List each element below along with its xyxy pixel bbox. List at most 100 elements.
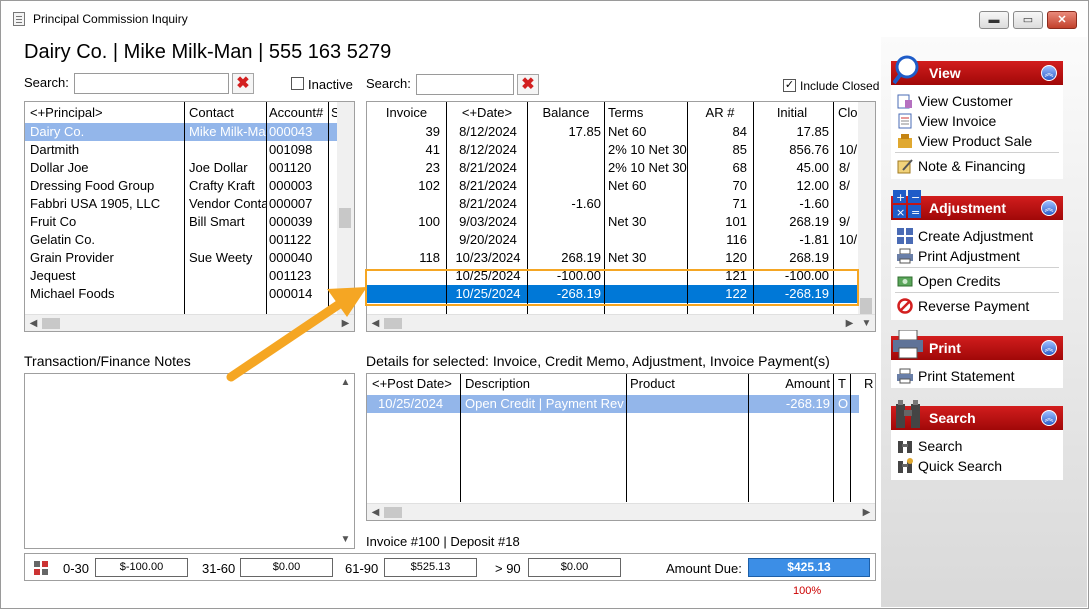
principal-row[interactable]: Gelatin Co. 001122 [25, 231, 337, 249]
col-post-date[interactable]: <+Post Date> [369, 375, 461, 393]
quick-search-item[interactable]: Quick Search [895, 456, 1002, 476]
col-amount[interactable]: Amount [749, 375, 833, 393]
clear-principal-search-icon[interactable]: ✖ [232, 73, 254, 94]
col-description[interactable]: Description [462, 375, 626, 393]
invoice-terms: Net 30 [608, 214, 647, 229]
view-panel: View ︽ View Customer View Invoice View P… [891, 55, 1063, 179]
view-product-sale-label: View Product Sale [918, 133, 1033, 149]
include-closed-checkbox[interactable]: ✓ [783, 79, 796, 92]
invoice-row[interactable]: 39 8/12/2024 17.85 Net 60 84 17.85 [367, 123, 859, 141]
invoice-search-input[interactable] [416, 74, 514, 95]
view-collapse-icon[interactable]: ︽ [1041, 65, 1057, 81]
col-terms[interactable]: Terms [605, 104, 687, 122]
invoice-terms: Net 60 [608, 178, 647, 193]
clear-invoice-search-icon[interactable]: ✖ [517, 74, 539, 95]
minimize-button[interactable]: ▬ [979, 11, 1009, 29]
detail-t: O [838, 396, 849, 411]
create-adjustment-item[interactable]: Create Adjustment [895, 226, 1033, 246]
invoice-balance: -1.60 [571, 196, 601, 211]
principal-row[interactable]: Dartmith 001098 [25, 141, 337, 159]
printer-icon [897, 368, 913, 384]
open-credits-item[interactable]: Open Credits [895, 271, 1000, 291]
principals-hscroll[interactable]: ◀ ▶ [25, 314, 354, 331]
col-account[interactable]: Account# [266, 104, 328, 122]
col-ar[interactable]: AR # [688, 104, 752, 122]
col-closed[interactable]: Clo [835, 104, 859, 122]
invoice-number: 41 [425, 142, 440, 157]
print-collapse-icon[interactable]: ︽ [1041, 340, 1057, 356]
principals-vscroll[interactable]: ▼ [337, 102, 354, 316]
col-r[interactable]: R [861, 375, 875, 393]
invoice-row[interactable]: 8/21/2024 -1.60 71 -1.60 [367, 195, 859, 213]
reverse-payment-item[interactable]: Reverse Payment [895, 296, 1029, 316]
col-principal[interactable]: <+Principal> [27, 104, 185, 122]
invoice-date: 10/23/2024 [455, 250, 521, 265]
print-statement-item[interactable]: Print Statement [895, 366, 1015, 386]
print-statement-label: Print Statement [918, 368, 1015, 384]
invoice-terms [605, 195, 687, 213]
invoice-balance [528, 159, 604, 177]
principal-row[interactable]: Dairy Co. Mike Milk-Man 000043 [25, 123, 337, 141]
invoice-icon [897, 113, 913, 129]
svg-text:×: × [896, 206, 905, 219]
invoice-row[interactable]: 41 8/12/2024 2% 10 Net 30 85 856.76 10/ [367, 141, 859, 159]
details-footer: Invoice #100 | Deposit #18 [366, 534, 520, 549]
search-label: Search [918, 438, 963, 454]
principal-row[interactable]: Jequest 001123 [25, 267, 337, 285]
aging-0-30-label: 0-30 [63, 561, 90, 576]
principal-row[interactable]: Fruit Co Bill Smart 000039 [25, 213, 337, 231]
notes-textarea[interactable]: ▲ ▼ [24, 373, 355, 549]
maximize-button[interactable]: ▭ [1013, 11, 1043, 29]
invoice-row[interactable]: 9/20/2024 116 -1.81 10/ [367, 231, 859, 249]
principal-row[interactable]: Dollar Joe Joe Dollar 001120 [25, 159, 337, 177]
col-product[interactable]: Product [627, 375, 747, 393]
view-customer-item[interactable]: View Customer [895, 91, 1013, 111]
principal-row[interactable]: Grain Provider Sue Weety 000040 [25, 249, 337, 267]
calculator-icon[interactable] [34, 561, 48, 575]
principal-name: Fabbri USA 1905, LLC [30, 196, 161, 211]
invoice-row[interactable]: 118 10/23/2024 268.19 Net 30 120 268.19 [367, 249, 859, 267]
col-t[interactable]: T [835, 375, 849, 393]
invoice-row[interactable]: 100 9/03/2024 Net 30 101 268.19 9/ [367, 213, 859, 231]
detail-product [627, 395, 747, 413]
invoice-initial: 268.19 [789, 250, 829, 265]
principal-account: 000003 [269, 178, 313, 193]
col-date[interactable]: <+Date> [447, 104, 527, 122]
principal-contact: Mike Milk-Man [189, 124, 266, 139]
close-button[interactable]: ✕ [1047, 11, 1077, 29]
principal-row[interactable]: Michael Foods 000014 [25, 285, 337, 303]
search-item[interactable]: Search [895, 436, 962, 456]
invoices-vscroll[interactable] [858, 102, 875, 316]
view-product-sale-item[interactable]: View Product Sale [895, 131, 1032, 151]
adjustment-panel: Adjustment + − × = ︽ Create Adjustment Prin… [891, 190, 1063, 320]
principal-row[interactable]: Fabbri USA 1905, LLC Vendor Contact000007 [25, 195, 337, 213]
principal-account: 001123 [269, 268, 312, 283]
invoices-hscroll[interactable]: ◀ ▶ ▼ [367, 314, 875, 331]
aging-31-60-label: 31-60 [202, 561, 236, 576]
include-closed-label: Include Closed [800, 79, 880, 93]
invoice-ar: 70 [732, 178, 747, 193]
invoice-row[interactable]: 23 8/21/2024 2% 10 Net 30 68 45.00 8/ [367, 159, 859, 177]
view-invoice-item[interactable]: View Invoice [895, 111, 996, 131]
note-financing-item[interactable]: Note & Financing [895, 156, 1025, 176]
amount-due-value: $425.13 [748, 558, 870, 577]
print-adjustment-item[interactable]: Print Adjustment [895, 246, 1020, 266]
principal-row[interactable]: Dressing Food Group Crafty Kraft 000003 [25, 177, 337, 195]
adjustment-collapse-icon[interactable]: ︽ [1041, 200, 1057, 216]
col-initial[interactable]: Initial [753, 104, 831, 122]
invoice-balance: 268.19 [561, 250, 601, 265]
aging-61-90-value: $525.13 [384, 558, 477, 577]
invoice-row[interactable]: 102 8/21/2024 Net 60 70 12.00 8/ [367, 177, 859, 195]
principal-account: 001122 [269, 232, 312, 247]
money-icon [897, 273, 913, 289]
aging-90-label: > 90 [495, 561, 521, 576]
col-contact[interactable]: Contact [186, 104, 266, 122]
details-row[interactable]: 10/25/2024 Open Credit | Payment Rev -26… [367, 395, 859, 413]
principal-search-input[interactable] [74, 73, 229, 94]
aging-61-90-label: 61-90 [345, 561, 379, 576]
search-collapse-icon[interactable]: ︽ [1041, 410, 1057, 426]
col-invoice[interactable]: Invoice [367, 104, 446, 122]
col-balance[interactable]: Balance [528, 104, 604, 122]
inactive-checkbox[interactable] [291, 77, 304, 90]
details-hscroll[interactable]: ◀ ▶ [367, 503, 875, 520]
